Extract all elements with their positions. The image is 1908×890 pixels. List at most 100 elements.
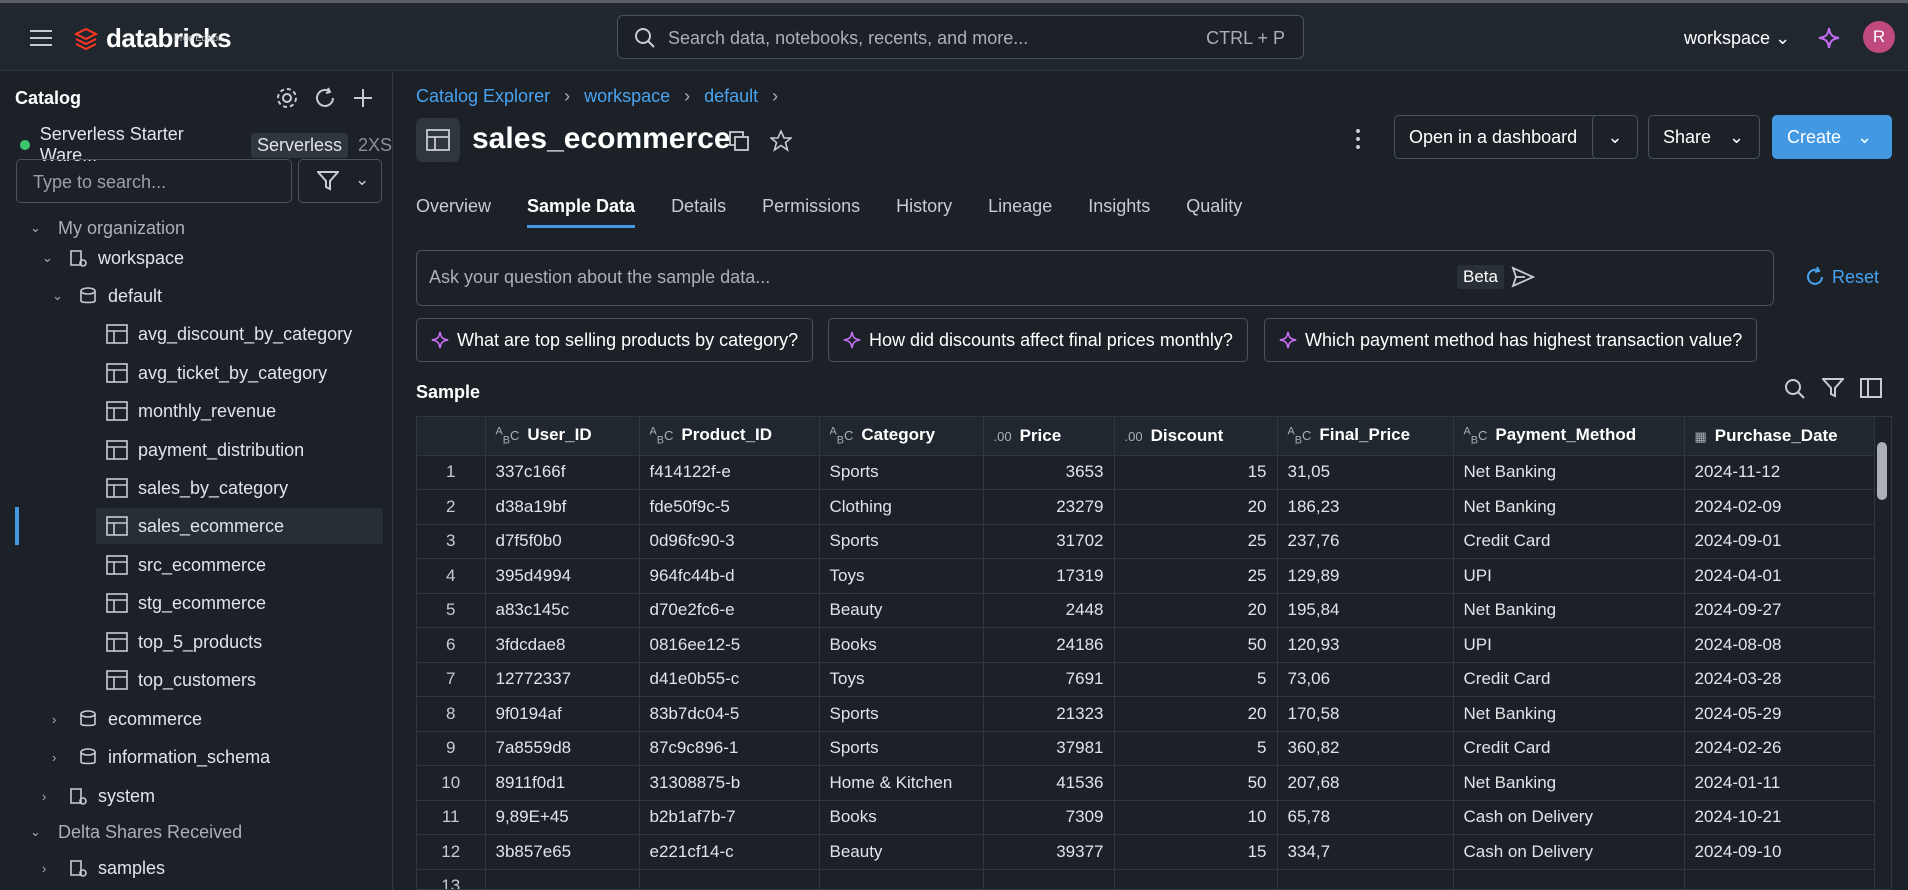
table-cell: a83c145c	[485, 593, 640, 628]
chevron-down-icon: ⌄	[42, 250, 53, 265]
beta-badge: Beta	[1457, 265, 1504, 289]
column-header[interactable]: ABC Final_Price	[1277, 417, 1454, 456]
table-cell	[983, 869, 1115, 889]
gear-icon[interactable]	[275, 86, 299, 110]
tree-section-delta-shares[interactable]: ⌄ Delta Shares Received	[30, 814, 242, 850]
plus-icon[interactable]	[351, 86, 375, 110]
column-header[interactable]: ▦ Purchase_Date	[1684, 417, 1875, 456]
create-button[interactable]: Create ⌄	[1772, 115, 1892, 159]
tab-details[interactable]: Details	[671, 196, 726, 228]
table-row[interactable]: 5 a83c145c d70e2fc6-e Beauty 2448 20 195,84 Net…	[417, 593, 1875, 628]
tab-insights[interactable]: Insights	[1088, 196, 1150, 228]
assistant-sparkle-icon[interactable]	[1818, 27, 1840, 49]
table-icon	[106, 363, 128, 383]
dashboard-dropdown-button[interactable]: ⌄	[1592, 115, 1638, 159]
column-header[interactable]: ABC Category	[819, 417, 984, 456]
tree-item-table[interactable]: payment_distribution	[96, 432, 304, 468]
more-options-icon[interactable]	[1354, 128, 1362, 150]
main-panel: Catalog Explorer › workspace › default › sa…	[394, 72, 1908, 890]
column-header[interactable]: ABC Payment_Method	[1453, 417, 1685, 456]
tree-item-samples[interactable]: › samples	[42, 850, 165, 886]
table-icon	[106, 478, 128, 498]
catalog-search-input[interactable]: Type to search...	[16, 159, 292, 203]
tab-history[interactable]: History	[896, 196, 952, 228]
breadcrumb-link[interactable]: workspace	[584, 86, 670, 107]
table-row[interactable]: 7 12772337 d41e0b55-c Toys 7691 5 73,06 Credit …	[417, 662, 1875, 697]
suggestion-chip[interactable]: What are top selling products by categor…	[416, 318, 814, 362]
search-icon[interactable]	[1784, 378, 1806, 400]
tree-item-information-schema[interactable]: › information_schema	[52, 739, 270, 775]
table-cell: Credit Card	[1453, 524, 1685, 559]
tab-quality[interactable]: Quality	[1186, 196, 1242, 228]
workspace-switcher[interactable]: workspace ⌄	[1684, 28, 1790, 49]
tree-item-table[interactable]: top_5_products	[96, 624, 262, 660]
table-row[interactable]: 12 3b857e65 e221cf14-c Beauty 39377 15 334,7 Ca…	[417, 834, 1875, 870]
table-cell: 31308875-b	[639, 765, 820, 801]
tree-item-table[interactable]: avg_discount_by_category	[96, 316, 352, 352]
tree-item-default[interactable]: ⌄ default	[52, 278, 162, 314]
table-row[interactable]: 10 8911f0d1 31308875-b Home & Kitchen 41536 5…	[417, 765, 1875, 801]
refresh-icon[interactable]	[313, 86, 337, 110]
open-dashboard-button[interactable]: Open in a dashboard	[1394, 115, 1599, 159]
table-row[interactable]: 3 d7f5f0b0 0d96fc90-3 Sports 31702 25 237,76 Cr…	[417, 524, 1875, 559]
avatar[interactable]: R	[1863, 21, 1895, 53]
table-icon	[106, 632, 128, 652]
tree-item-ecommerce[interactable]: › ecommerce	[52, 701, 202, 737]
table-cell: 395d4994	[485, 558, 640, 594]
copy-icon[interactable]	[728, 130, 750, 152]
tree-item-label: top_customers	[138, 669, 257, 690]
table-cell: 2024-11-12	[1684, 455, 1875, 490]
column-header[interactable]: .00 Discount	[1114, 417, 1278, 456]
tree-item-table[interactable]: top_customers	[96, 662, 256, 698]
filter-dropdown-button[interactable]: ⌄	[298, 159, 382, 203]
tab-sample-data[interactable]: Sample Data	[527, 196, 636, 228]
tab-overview[interactable]: Overview	[416, 196, 491, 228]
chevron-right-icon: ›	[772, 86, 779, 106]
ask-question-input[interactable]: Ask your question about the sample data.…	[416, 250, 1774, 306]
suggestion-chip[interactable]: How did discounts affect final prices mo…	[828, 318, 1248, 362]
table-cell: 21323	[983, 696, 1115, 732]
table-row[interactable]: 6 3fdcdae8 0816ee12-5 Books 24186 50 120,93 UPI…	[417, 627, 1875, 663]
suggestion-chip[interactable]: Which payment method has highest transac…	[1264, 318, 1758, 362]
menu-icon[interactable]	[30, 30, 52, 46]
filter-icon[interactable]	[1822, 378, 1844, 398]
tab-permissions[interactable]: Permissions	[762, 196, 860, 228]
tree-item-table[interactable]: avg_ticket_by_category	[96, 355, 327, 391]
breadcrumb-link[interactable]: default	[704, 86, 758, 107]
table-row[interactable]: 13	[417, 869, 1875, 889]
tab-lineage[interactable]: Lineage	[988, 196, 1052, 228]
share-button[interactable]: Share ⌄	[1648, 115, 1760, 159]
schema-icon	[78, 709, 98, 729]
table-cell: 50	[1114, 765, 1278, 801]
table-row[interactable]: 11 9,89E+45 b2b1af7b-7 Books 7309 10 65,78 Cash…	[417, 800, 1875, 835]
send-icon[interactable]	[1511, 265, 1535, 289]
column-type: ABC	[1287, 425, 1312, 447]
sparkle-icon	[843, 331, 861, 349]
table-row[interactable]: 2 d38a19bf fde50f9c-5 Clothing 23279 20 186,23…	[417, 489, 1875, 525]
table-row[interactable]: 4 395d4994 964fc44b-d Toys 17319 25 129,89 UPI 2…	[417, 558, 1875, 594]
table-row[interactable]: 8 9f0194af 83b7dc04-5 Sports 21323 20 170,58 Ne…	[417, 696, 1875, 732]
tree-item-table[interactable]: monthly_revenue	[96, 393, 276, 429]
tree-item-system[interactable]: › system	[42, 778, 155, 814]
sidebar-title: Catalog	[15, 88, 82, 108]
tree-item-table[interactable]: src_ecommerce	[96, 547, 266, 583]
chevron-down-icon: ⌄	[30, 824, 41, 839]
global-search[interactable]: Search data, notebooks, recents, and mor…	[617, 15, 1304, 59]
column-header[interactable]: ABC Product_ID	[639, 417, 820, 456]
breadcrumb-link[interactable]: Catalog Explorer	[416, 86, 550, 107]
table-scrollbar-thumb[interactable]	[1877, 442, 1887, 500]
row-number-cell: 5	[417, 593, 486, 628]
tree-item-table-selected[interactable]: sales_ecommerce	[96, 508, 383, 544]
tree-item-table[interactable]: stg_ecommerce	[96, 585, 266, 621]
panel-toggle-icon[interactable]	[1860, 378, 1882, 398]
table-row[interactable]: 1 337c166f f414122f-e Sports 3653 15 31,05 Net …	[417, 455, 1875, 490]
table-cell: 83b7dc04-5	[639, 696, 820, 732]
tree-item-table[interactable]: sales_by_category	[96, 470, 288, 506]
tree-item-workspace[interactable]: ⌄ workspace	[42, 240, 184, 276]
star-icon[interactable]	[770, 130, 792, 152]
table-row[interactable]: 9 7a8559d8 87c9c896-1 Sports 37981 5 360,82 Cre…	[417, 731, 1875, 766]
column-header[interactable]: ABC User_ID	[485, 417, 640, 456]
column-header[interactable]: .00 Price	[983, 417, 1115, 456]
table-icon	[106, 555, 128, 575]
reset-button[interactable]: Reset	[1804, 266, 1879, 288]
